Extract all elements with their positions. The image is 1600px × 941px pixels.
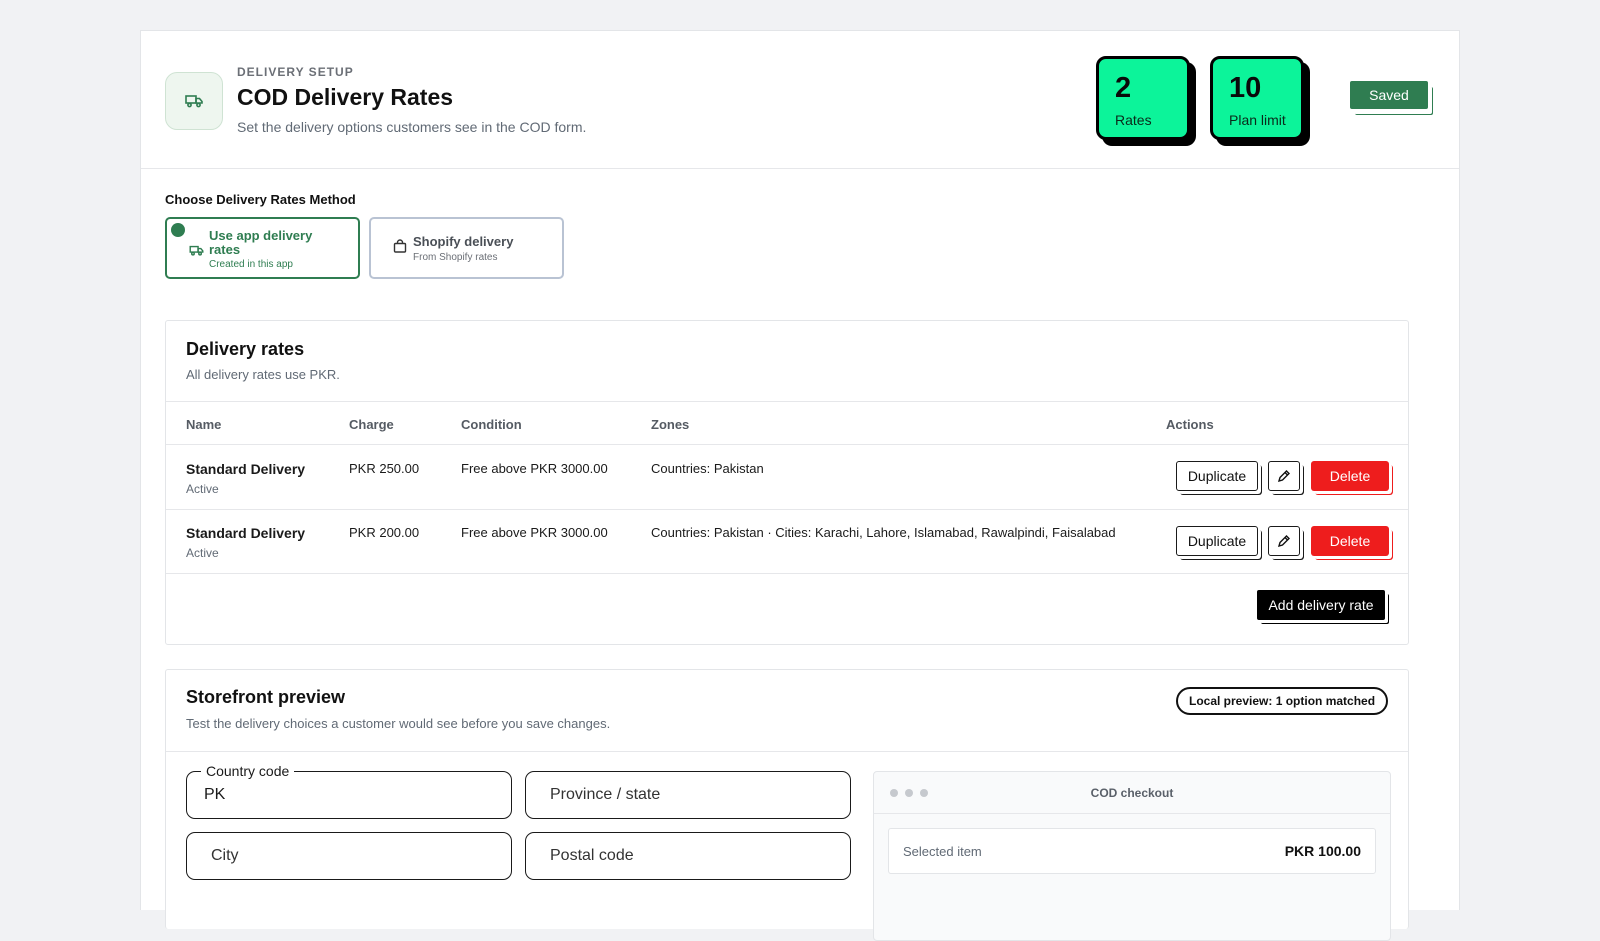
add-delivery-rate-button[interactable]: Add delivery rate: [1257, 590, 1385, 620]
method-option-shopify[interactable]: Shopify delivery From Shopify rates: [369, 217, 564, 279]
field-label: Country code: [201, 763, 295, 779]
field-placeholder: Postal code: [550, 847, 634, 864]
rate-zones: Countries: Pakistan: [651, 461, 764, 476]
rate-name: Standard Delivery: [186, 461, 306, 477]
item-price: PKR 100.00: [1284, 843, 1361, 859]
edit-button[interactable]: [1268, 461, 1300, 491]
checkout-titlebar: COD checkout: [874, 772, 1390, 814]
method-option-subtitle: From Shopify rates: [413, 252, 498, 263]
page-subtitle: Set the delivery options customers see i…: [237, 119, 587, 135]
truck-icon: [165, 72, 223, 130]
stat-card-plan-limit: 10 Plan limit: [1210, 56, 1304, 140]
table-row: Standard Delivery Active PKR 200.00 Free…: [166, 510, 1408, 574]
edit-button[interactable]: [1268, 526, 1300, 556]
pencil-icon: [1277, 470, 1290, 483]
checkout-title: COD checkout: [1090, 786, 1174, 800]
card-title: Delivery rates: [186, 339, 305, 359]
column-header-condition: Condition: [461, 417, 522, 432]
rate-condition: Free above PKR 3000.00: [461, 525, 608, 540]
delete-button[interactable]: Delete: [1311, 526, 1389, 556]
stat-label: Plan limit: [1229, 112, 1286, 128]
stat-label: Rates: [1115, 112, 1152, 128]
divider: [166, 751, 1408, 752]
country-code-field[interactable]: Country code PK: [186, 763, 512, 819]
method-heading: Choose Delivery Rates Method: [165, 192, 356, 207]
stat-card-rates: 2 Rates: [1096, 56, 1190, 140]
radio-selected-indicator: [171, 223, 185, 237]
rate-zones: Countries: Pakistan · Cities: Karachi, L…: [651, 525, 1116, 540]
shopping-bag-icon: [393, 239, 407, 258]
column-header-charge: Charge: [349, 417, 394, 432]
truck-icon: [189, 243, 204, 261]
method-option-app-rates[interactable]: Use app delivery rates Created in this a…: [165, 217, 360, 279]
card-subtitle: All delivery rates use PKR.: [186, 367, 340, 382]
column-header-actions: Actions: [1166, 417, 1214, 432]
preview-status-badge: Local preview: 1 option matched: [1176, 687, 1389, 715]
rate-status: Active: [186, 482, 219, 496]
field-value: PK: [204, 786, 226, 803]
card-title: Storefront preview: [186, 687, 346, 707]
method-option-title: Shopify delivery: [413, 234, 514, 249]
rate-name: Standard Delivery: [186, 525, 306, 541]
page-title: COD Delivery Rates: [237, 84, 454, 110]
page-eyebrow: DELIVERY SETUP: [237, 65, 354, 79]
rate-status: Active: [186, 546, 219, 560]
page-header: DELIVERY SETUP COD Delivery Rates Set th…: [141, 31, 1459, 169]
field-placeholder: City: [211, 847, 239, 864]
delete-button[interactable]: Delete: [1311, 461, 1389, 491]
rate-charge: PKR 200.00: [349, 525, 420, 540]
table-header: Name Charge Condition Zones Actions: [166, 401, 1408, 445]
rate-condition: Free above PKR 3000.00: [461, 461, 608, 476]
column-header-zones: Zones: [651, 417, 690, 432]
checkout-preview: COD checkout Selected item PKR 100.00: [873, 771, 1391, 941]
stat-value: 10: [1229, 72, 1262, 104]
field-placeholder: Province / state: [550, 786, 661, 803]
duplicate-button[interactable]: Duplicate: [1176, 526, 1258, 556]
province-field[interactable]: Province / state: [525, 771, 851, 819]
method-option-subtitle: Created in this app: [209, 259, 293, 270]
saved-button[interactable]: Saved: [1350, 81, 1428, 109]
method-option-title: Use app delivery rates: [209, 228, 313, 257]
storefront-preview-card: Storefront preview Test the delivery cho…: [165, 669, 1409, 941]
duplicate-button[interactable]: Duplicate: [1176, 461, 1258, 491]
column-header-name: Name: [186, 417, 222, 432]
card-subtitle: Test the delivery choices a customer wou…: [186, 716, 611, 731]
table-row: Standard Delivery Active PKR 250.00 Free…: [166, 446, 1408, 510]
postal-code-field[interactable]: Postal code: [525, 832, 851, 880]
delivery-rates-card: Delivery rates All delivery rates use PK…: [165, 320, 1409, 645]
rate-charge: PKR 250.00: [349, 461, 420, 476]
selected-item-row: Selected item PKR 100.00: [888, 828, 1376, 874]
city-field[interactable]: City: [186, 832, 512, 880]
page-container: DELIVERY SETUP COD Delivery Rates Set th…: [140, 30, 1460, 941]
pencil-icon: [1277, 535, 1290, 548]
stat-value: 2: [1115, 72, 1132, 104]
item-label: Selected item: [903, 844, 982, 859]
